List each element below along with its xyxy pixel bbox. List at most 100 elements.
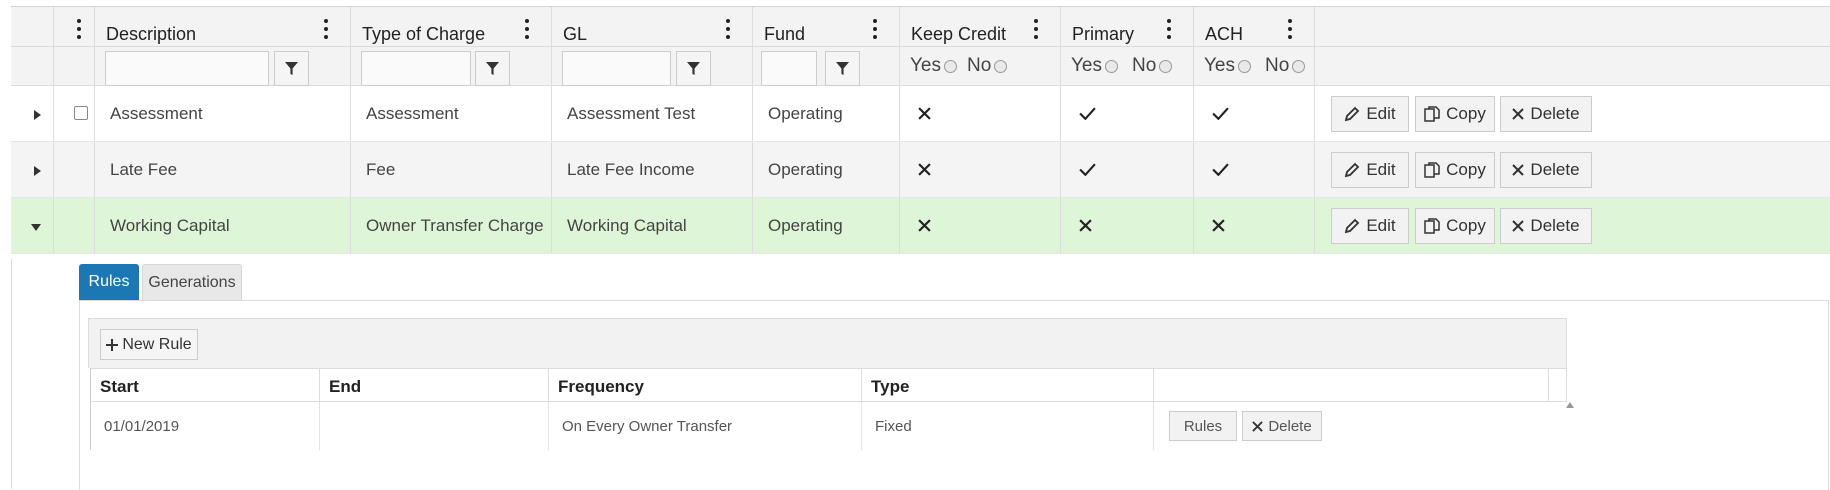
- header-gl[interactable]: GL: [552, 7, 753, 46]
- header-description[interactable]: Description: [95, 7, 351, 46]
- copy-label: Copy: [1446, 104, 1486, 123]
- copy-label: Copy: [1446, 216, 1486, 235]
- delete-button[interactable]: Delete: [1500, 96, 1592, 132]
- header-end-label: End: [329, 377, 362, 396]
- description-cell: Assessment: [95, 86, 351, 141]
- cross-icon: [1212, 219, 1225, 232]
- copy-button[interactable]: Copy: [1415, 152, 1495, 188]
- row-checkbox[interactable]: [74, 106, 88, 120]
- row-select-cell: [54, 86, 95, 141]
- close-icon: [1512, 220, 1525, 232]
- keep-credit-yes-radio[interactable]: [944, 59, 957, 73]
- type-of-charge-filter-input[interactable]: [361, 51, 471, 86]
- header-fund-label: Fund: [764, 24, 806, 44]
- filter-icon[interactable]: [475, 51, 510, 86]
- header-frequency-label: Frequency: [558, 377, 644, 396]
- header-gl-label: GL: [563, 24, 588, 44]
- no-label: No: [1132, 55, 1157, 76]
- keep-credit-radio-group: Yes No: [910, 55, 1017, 77]
- header-type[interactable]: Type: [862, 369, 1154, 401]
- close-icon: [1512, 108, 1525, 120]
- check-icon: [1212, 163, 1229, 176]
- header-frequency[interactable]: Frequency: [549, 369, 862, 401]
- scroll-up-arrow-icon[interactable]: [1566, 402, 1574, 408]
- cross-icon: [918, 163, 931, 176]
- frequency-text: On Every Owner Transfer: [562, 418, 733, 435]
- header-keep-credit[interactable]: Keep Credit: [900, 7, 1061, 46]
- tab-generations-label: Generations: [148, 273, 236, 291]
- header-end[interactable]: End: [320, 369, 549, 401]
- tab-rules[interactable]: Rules: [79, 264, 139, 300]
- keep-credit-no-radio[interactable]: [994, 59, 1008, 73]
- column-menu-icon[interactable]: [872, 19, 877, 39]
- description-filter-input[interactable]: [105, 51, 269, 86]
- header-ach[interactable]: ACH: [1194, 7, 1315, 46]
- expand-caret-icon[interactable]: [34, 166, 41, 176]
- header-type-of-charge[interactable]: Type of Charge: [351, 7, 552, 46]
- header-description-label: Description: [106, 24, 197, 44]
- ach-yes-radio[interactable]: [1238, 59, 1251, 73]
- edit-button[interactable]: Edit: [1331, 208, 1409, 244]
- type-of-charge-cell: Owner Transfer Charge: [351, 198, 552, 253]
- fund-filter-input[interactable]: [761, 51, 817, 86]
- column-menu-icon[interactable]: [76, 19, 81, 39]
- new-rule-label: New Rule: [122, 335, 192, 353]
- filter-icon[interactable]: [825, 51, 860, 86]
- primary-no-radio[interactable]: [1159, 59, 1173, 73]
- pencil-icon: [1345, 106, 1360, 122]
- delete-label: Delete: [1530, 104, 1580, 123]
- rules-table: Start End Frequency Type 01/01/2019 On E…: [90, 368, 1574, 450]
- gl-cell: Assessment Test: [552, 86, 753, 141]
- table-row[interactable]: Late Fee Fee Late Fee Income Operating E…: [11, 142, 1830, 198]
- header-primary[interactable]: Primary: [1061, 7, 1194, 46]
- description-text: Late Fee: [110, 160, 178, 179]
- copy-button[interactable]: Copy: [1415, 208, 1495, 244]
- primary-yes-radio[interactable]: [1105, 59, 1118, 73]
- tab-generations[interactable]: Generations: [142, 264, 242, 300]
- row-select-cell: [54, 198, 95, 253]
- filter-icon[interactable]: [676, 51, 711, 86]
- primary-cell: [1061, 142, 1194, 197]
- ach-no-radio[interactable]: [1292, 59, 1306, 73]
- check-icon: [1079, 163, 1096, 176]
- primary-cell: [1061, 198, 1194, 253]
- column-menu-icon[interactable]: [725, 19, 730, 39]
- column-menu-icon[interactable]: [1287, 19, 1292, 39]
- row-select-cell: [54, 142, 95, 197]
- delete-button[interactable]: Delete: [1500, 208, 1592, 244]
- column-menu-icon[interactable]: [323, 19, 328, 39]
- edit-button[interactable]: Edit: [1331, 152, 1409, 188]
- delete-label: Delete: [1530, 160, 1580, 179]
- type-text: Fixed: [875, 418, 912, 435]
- header-fund[interactable]: Fund: [753, 7, 900, 46]
- gl-filter-input[interactable]: [562, 51, 671, 86]
- column-menu-icon[interactable]: [1166, 19, 1171, 39]
- header-start[interactable]: Start: [91, 369, 320, 401]
- new-rule-button[interactable]: New Rule: [100, 329, 198, 360]
- table-row[interactable]: 01/01/2019 On Every Owner Transfer Fixed…: [90, 402, 1567, 450]
- filter-icon[interactable]: [274, 51, 309, 86]
- edit-button[interactable]: Edit: [1331, 96, 1409, 132]
- header-select-col: [54, 7, 95, 46]
- gl-cell: Working Capital: [552, 198, 753, 253]
- copy-icon: [1424, 162, 1440, 178]
- delete-rule-button[interactable]: Delete: [1242, 411, 1322, 441]
- plus-icon: [106, 338, 119, 351]
- type-of-charge-cell: Fee: [351, 142, 552, 197]
- ach-cell: [1194, 142, 1315, 197]
- column-menu-icon[interactable]: [524, 19, 529, 39]
- fund-cell: Operating: [753, 142, 900, 197]
- table-row-selected[interactable]: Working Capital Owner Transfer Charge Wo…: [11, 198, 1830, 254]
- collapse-caret-icon[interactable]: [31, 224, 41, 231]
- filter-spacer: [1315, 47, 1830, 85]
- expand-caret-icon[interactable]: [34, 110, 41, 120]
- copy-button[interactable]: Copy: [1415, 96, 1495, 132]
- check-icon: [1079, 107, 1096, 120]
- table-row[interactable]: Assessment Assessment Assessment Test Op…: [11, 86, 1830, 142]
- rules-button[interactable]: Rules: [1169, 411, 1237, 441]
- description-cell: Late Fee: [95, 142, 351, 197]
- actions-cell: Edit Copy Delete: [1315, 198, 1830, 253]
- column-menu-icon[interactable]: [1033, 19, 1038, 39]
- delete-button[interactable]: Delete: [1500, 152, 1592, 188]
- delete-rule-label: Delete: [1268, 417, 1312, 435]
